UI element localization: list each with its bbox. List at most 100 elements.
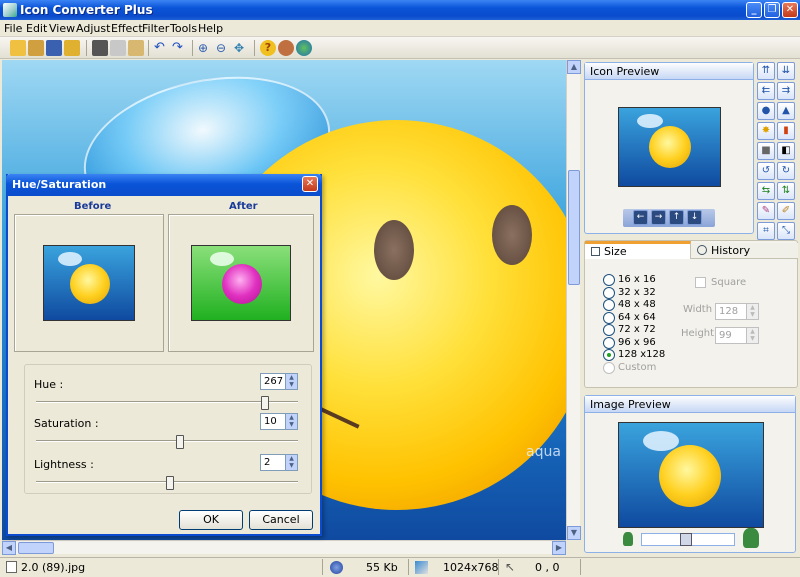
width-input[interactable]: 128▲▼ bbox=[715, 303, 759, 320]
size-label-72: 72 x 72 bbox=[618, 324, 656, 335]
ok-button[interactable]: OK bbox=[179, 510, 243, 530]
maximize-button[interactable]: ❐ bbox=[764, 2, 780, 18]
levels-icon[interactable]: ▮ bbox=[777, 122, 795, 140]
undo-icon[interactable]: ↶ bbox=[154, 40, 170, 56]
dialog-close-button[interactable]: ✕ bbox=[302, 176, 318, 192]
fit-icon[interactable]: ✥ bbox=[234, 40, 250, 56]
hue-slider[interactable] bbox=[261, 396, 269, 410]
tab-size[interactable]: Size bbox=[585, 241, 691, 259]
window-title: Icon Converter Plus bbox=[20, 3, 153, 17]
help-icon[interactable]: ? bbox=[260, 40, 276, 56]
zoom-out-icon[interactable]: ⊖ bbox=[216, 40, 232, 56]
brush-icon[interactable]: ✎ bbox=[757, 202, 775, 220]
lightness-slider[interactable] bbox=[166, 476, 174, 490]
size-label-48: 48 x 48 bbox=[618, 299, 656, 310]
contrast-icon[interactable]: ◧ bbox=[777, 142, 795, 160]
menu-filter[interactable]: Filter bbox=[142, 22, 169, 35]
swap-horizontal-icon[interactable]: ⇆ bbox=[757, 182, 775, 200]
status-filesize: 55 Kb bbox=[366, 561, 398, 574]
saturation-slider[interactable] bbox=[176, 435, 184, 449]
rotate-right-icon[interactable]: ↻ bbox=[777, 162, 795, 180]
paste-icon[interactable] bbox=[128, 40, 144, 56]
cursor-icon: ↖ bbox=[505, 561, 517, 574]
dimensions-icon bbox=[415, 561, 428, 574]
flip-up-icon[interactable]: ⇈ bbox=[757, 62, 775, 80]
arrow-left-icon[interactable]: ⇇ bbox=[757, 82, 775, 100]
vertical-scroll-thumb[interactable] bbox=[568, 170, 580, 285]
grayscale-icon[interactable]: ■ bbox=[757, 142, 775, 160]
menu-tools[interactable]: Tools bbox=[170, 22, 197, 35]
save-icon[interactable] bbox=[46, 40, 62, 56]
square-checkbox[interactable] bbox=[695, 277, 706, 288]
horizontal-scrollbar[interactable]: ◀ ▶ bbox=[2, 540, 566, 554]
saturation-input[interactable]: 10▲▼ bbox=[260, 413, 298, 430]
drop-icon[interactable]: ● bbox=[757, 102, 775, 120]
scroll-right-icon[interactable]: ▶ bbox=[552, 541, 566, 555]
size-radio-72[interactable] bbox=[603, 324, 615, 336]
left-eye bbox=[374, 220, 414, 280]
capture-icon[interactable] bbox=[92, 40, 108, 56]
sharpen-icon[interactable]: ▲ bbox=[777, 102, 795, 120]
swap-vertical-icon[interactable]: ⇅ bbox=[777, 182, 795, 200]
menu-adjust[interactable]: Adjust bbox=[76, 22, 110, 35]
hue-input[interactable]: 267▲▼ bbox=[260, 373, 298, 390]
zoom-small-icon bbox=[623, 532, 633, 546]
zoom-in-icon[interactable]: ⊕ bbox=[198, 40, 214, 56]
cancel-button[interactable]: Cancel bbox=[249, 510, 313, 530]
menu-file[interactable]: File bbox=[4, 22, 22, 35]
globe-icon[interactable] bbox=[296, 40, 312, 56]
flip-down-icon[interactable]: ⇊ bbox=[777, 62, 795, 80]
icon-preview-panel: Icon Preview ← → ↑ ↓ bbox=[584, 62, 754, 234]
toolbar: ↶ ↷ ⊕ ⊖ ✥ ? bbox=[0, 37, 800, 59]
scroll-down-icon[interactable]: ▼ bbox=[567, 526, 581, 540]
tab-history[interactable]: History bbox=[691, 243, 798, 259]
save-as-icon[interactable] bbox=[64, 40, 80, 56]
nav-right-icon[interactable]: → bbox=[651, 210, 666, 225]
size-radio-48[interactable] bbox=[603, 299, 615, 311]
size-radio-32[interactable] bbox=[603, 287, 615, 299]
redo-icon[interactable]: ↷ bbox=[172, 40, 188, 56]
size-radio-128[interactable] bbox=[603, 349, 615, 361]
scroll-up-icon[interactable]: ▲ bbox=[567, 60, 581, 74]
copy-icon[interactable] bbox=[110, 40, 126, 56]
right-eye bbox=[492, 205, 532, 265]
size-radio-custom[interactable] bbox=[603, 362, 615, 374]
menu-edit[interactable]: Edit bbox=[26, 22, 47, 35]
pencil-icon[interactable]: ✐ bbox=[777, 202, 795, 220]
resize-icon[interactable]: ⤡ bbox=[777, 222, 795, 240]
file-icon bbox=[6, 561, 17, 573]
zoom-slider[interactable] bbox=[641, 533, 735, 546]
menu-effect[interactable]: Effect bbox=[111, 22, 143, 35]
lightness-input[interactable]: 2▲▼ bbox=[260, 454, 298, 471]
open-folder-icon[interactable] bbox=[10, 40, 26, 56]
crop-icon[interactable]: ⌗ bbox=[757, 222, 775, 240]
browse-icon[interactable] bbox=[28, 40, 44, 56]
horizontal-scroll-thumb[interactable] bbox=[18, 542, 54, 554]
minimize-button[interactable]: _ bbox=[746, 2, 762, 18]
height-input[interactable]: 99▲▼ bbox=[715, 327, 759, 344]
image-preview-panel: Image Preview bbox=[584, 395, 796, 553]
before-preview-frame bbox=[14, 214, 164, 352]
close-button[interactable]: ✕ bbox=[782, 2, 798, 18]
menu-help[interactable]: Help bbox=[198, 22, 223, 35]
menu-view[interactable]: View bbox=[49, 22, 75, 35]
size-radio-96[interactable] bbox=[603, 337, 615, 349]
nav-up-icon[interactable]: ↑ bbox=[669, 210, 684, 225]
menu-bar: File Edit View Adjust Effect Filter Tool… bbox=[0, 20, 800, 37]
zoom-slider-thumb[interactable] bbox=[680, 533, 692, 546]
arrow-right-icon[interactable]: ⇉ bbox=[777, 82, 795, 100]
nav-down-icon[interactable]: ↓ bbox=[687, 210, 702, 225]
rotate-left-icon[interactable]: ↺ bbox=[757, 162, 775, 180]
size-label-128: 128 x128 bbox=[618, 349, 665, 360]
brightness-icon[interactable]: ✸ bbox=[757, 122, 775, 140]
nav-left-icon[interactable]: ← bbox=[633, 210, 648, 225]
size-radio-64[interactable] bbox=[603, 312, 615, 324]
user-icon[interactable] bbox=[278, 40, 294, 56]
icon-preview-header: Icon Preview bbox=[585, 63, 753, 80]
size-label-custom: Custom bbox=[618, 362, 656, 373]
vertical-scrollbar[interactable]: ▲ ▼ bbox=[566, 60, 580, 540]
size-radio-16[interactable] bbox=[603, 274, 615, 286]
scroll-left-icon[interactable]: ◀ bbox=[2, 541, 16, 555]
saturation-track bbox=[36, 440, 298, 442]
history-icon bbox=[697, 245, 707, 255]
